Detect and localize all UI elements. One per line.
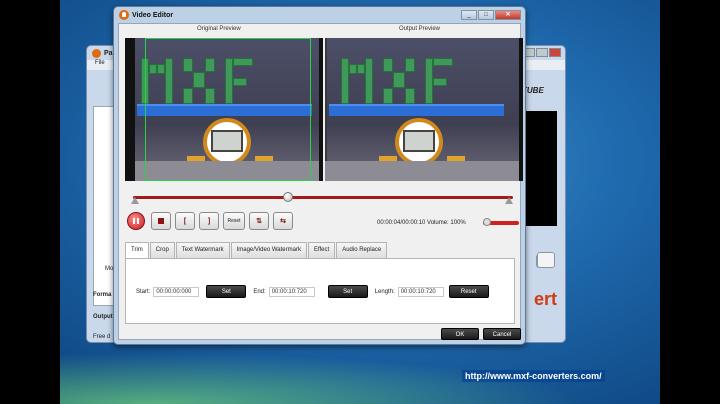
end-label: End: [253,288,266,295]
stop-button[interactable] [151,212,171,230]
start-label: Start: [136,288,151,295]
ok-button[interactable]: OK [441,328,479,340]
output-preview-label: Output Preview [399,26,441,32]
trim-start-marker[interactable] [131,197,139,204]
original-preview-video[interactable] [125,38,323,181]
cancel-button[interactable]: Cancel [483,328,521,340]
trim-panel: Start: 00:00:00:000 Set End: 00:00:10:72… [125,258,515,324]
tab-crop[interactable]: Crop [149,242,175,258]
length-label: Length: [374,288,395,295]
set-end-button[interactable]: ] [199,212,219,230]
bg-free-space: Free d [93,334,111,340]
timeline-thumb[interactable] [283,192,293,202]
bg-preview-pane [523,111,557,226]
tab-audio-replace[interactable]: Audio Replace [336,242,388,258]
trim-end-marker[interactable] [505,197,513,204]
trim-row: Start: 00:00:00:000 Set End: 00:00:10:72… [136,285,489,298]
trim-reset-button[interactable]: Reset [448,285,489,298]
volume-slider[interactable] [483,218,519,226]
website-url: http://www.mxf-converters.com/ [462,370,605,382]
end-time-input[interactable]: 00:00:10:720 [268,286,315,297]
time-volume-readout: 00:00:04/00:00:10 Volume: 100% [377,220,466,226]
bg-close-button[interactable] [549,48,561,57]
rotate-button[interactable]: ⇆ [273,212,293,230]
minimize-button[interactable]: _ [461,10,477,20]
crop-frame[interactable] [145,38,311,181]
bg-window-controls [523,48,561,57]
length-input[interactable]: 00:00:10:720 [397,286,444,297]
bg-format-label: Forma [93,292,112,298]
pause-icon [133,218,139,224]
set-start-button[interactable]: [ [175,212,195,230]
bg-output-label: Output [93,314,113,320]
output-preview-video [325,38,523,181]
editor-body: Original Preview Output Preview [] Rese… [118,23,523,340]
bg-file-list[interactable] [93,106,115,306]
editor-tabs: Trim Crop Text Watermark Image/Video Wat… [125,242,388,259]
tab-image-video-watermark[interactable]: Image/Video Watermark [230,242,307,258]
bg-maximize-button[interactable] [536,48,548,57]
set-end-time-button[interactable]: Set [327,285,368,298]
flip-vertical-button[interactable]: ⇅ [249,212,269,230]
video-editor-dialog: Video Editor _ □ ✕ Original Preview Outp… [113,6,526,345]
original-preview-label: Original Preview [197,26,241,32]
set-start-time-button[interactable]: Set [206,285,247,298]
tab-effect[interactable]: Effect [307,242,336,258]
start-time-input[interactable]: 00:00:00:000 [153,286,200,297]
app-logo-icon [92,48,101,58]
right-letterbox [660,0,720,404]
editor-title: Video Editor [132,11,174,19]
lego-letters [341,58,491,106]
pause-button[interactable] [127,212,145,230]
timeline-slider[interactable] [131,192,513,206]
rotate-icon: ⇆ [280,218,286,225]
timeline-track [133,196,513,199]
maximize-button[interactable]: □ [478,10,494,20]
tab-text-watermark[interactable]: Text Watermark [175,242,230,258]
reset-button[interactable]: Reset [223,212,245,230]
flip-vertical-icon: ⇅ [256,218,262,225]
folder-icon[interactable] [537,252,555,268]
editor-window-controls: _ □ ✕ [461,10,521,20]
bg-window-title: Pa [104,49,113,57]
close-button[interactable]: ✕ [495,10,521,20]
left-letterbox [0,0,60,404]
tab-trim[interactable]: Trim [125,242,149,259]
app-logo-icon [119,10,129,20]
volume-thumb[interactable] [483,218,491,226]
stop-icon [158,218,164,224]
